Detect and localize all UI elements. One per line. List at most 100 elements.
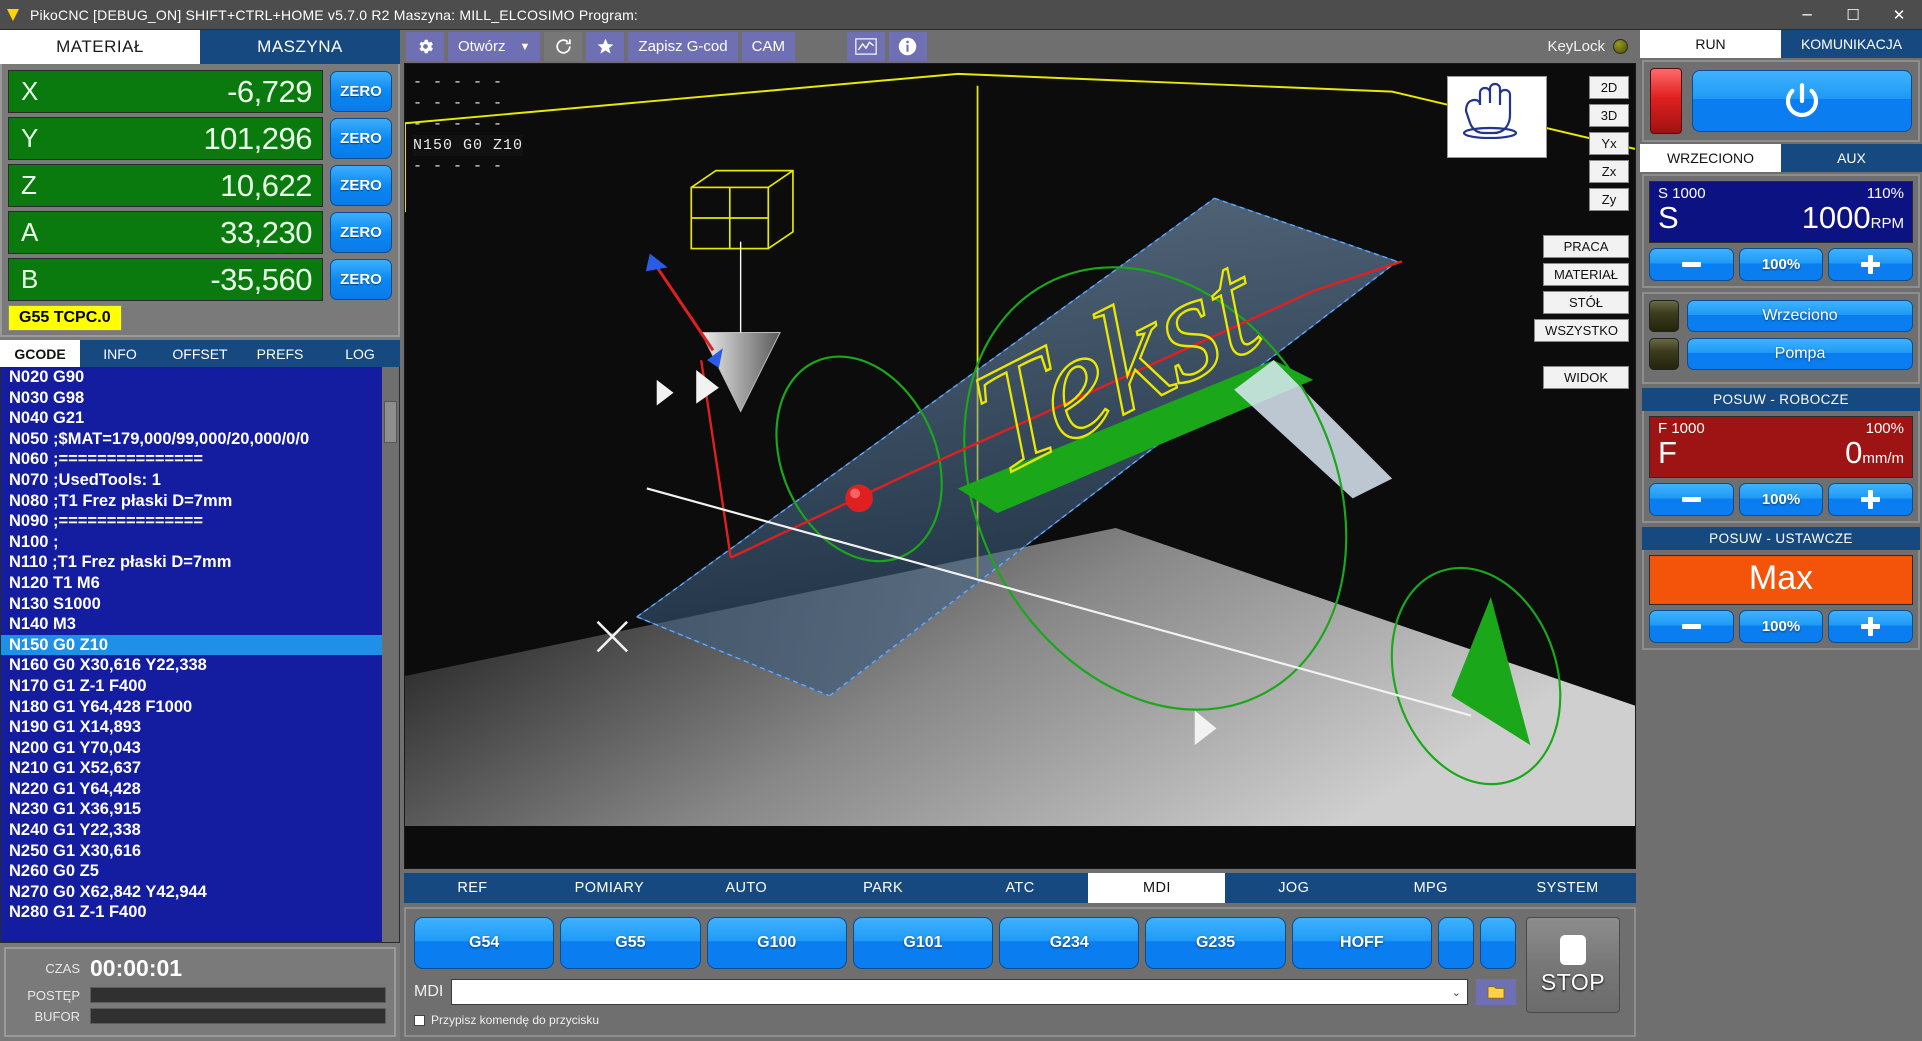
maximize-button[interactable]: ☐: [1830, 0, 1876, 30]
display-button-wszystko[interactable]: WSZYSTKO: [1534, 319, 1629, 342]
gcode-line[interactable]: N030 G98: [1, 388, 399, 409]
view-button-yx[interactable]: Yx: [1589, 132, 1629, 155]
stop-button[interactable]: STOP: [1526, 917, 1620, 1013]
mdi-quick-button-g234[interactable]: G234: [999, 917, 1140, 969]
gcode-line[interactable]: N270 G0 X62,842 Y42,944: [1, 882, 399, 903]
assign-command-checkbox[interactable]: Przypisz komendę do przycisku: [414, 1013, 1516, 1027]
gcode-line[interactable]: N060 ;===============: [1, 449, 399, 470]
gcode-line[interactable]: N070 ;UsedTools: 1: [1, 470, 399, 491]
mdi-quick-button-g55[interactable]: G55: [560, 917, 701, 969]
gcode-line[interactable]: N190 G1 X14,893: [1, 717, 399, 738]
rapid-override-minus-button[interactable]: [1649, 610, 1734, 643]
mode-tab-atc[interactable]: ATC: [952, 873, 1089, 903]
power-button[interactable]: [1692, 70, 1912, 132]
gcode-line[interactable]: N040 G21: [1, 408, 399, 429]
mode-tab-mdi[interactable]: MDI: [1088, 873, 1226, 903]
gcode-line[interactable]: N170 G1 Z-1 F400: [1, 676, 399, 697]
gcode-line[interactable]: N210 G1 X52,637: [1, 758, 399, 779]
gcode-line[interactable]: N160 G0 X30,616 Y22,338: [1, 655, 399, 676]
info-tab-prefs[interactable]: PREFS: [240, 340, 320, 367]
feed-override-reset-button[interactable]: 100%: [1738, 483, 1824, 516]
axis-display-z[interactable]: Z 10,622: [8, 164, 323, 207]
workspace-tab-materia-[interactable]: MATERIAŁ: [0, 30, 200, 64]
mode-tab-pomiary[interactable]: POMIARY: [541, 873, 678, 903]
mode-tab-mpg[interactable]: MPG: [1362, 873, 1499, 903]
info-tab-gcode[interactable]: GCODE: [0, 340, 80, 367]
gcode-line[interactable]: N080 ;T1 Frez płaski D=7mm: [1, 491, 399, 512]
gcode-line[interactable]: N020 G90: [1, 367, 399, 388]
toolpath-viewport[interactable]: Tekst - - - - - - - - - - - - - - - N150 G0…: [404, 63, 1636, 869]
gcode-line[interactable]: N110 ;T1 Frez płaski D=7mm: [1, 552, 399, 573]
workspace-tab-maszyna[interactable]: MASZYNA: [200, 30, 400, 64]
gcode-scrollbar[interactable]: [382, 367, 399, 942]
gear-icon[interactable]: [406, 32, 444, 61]
spindle-override-reset-button[interactable]: 100%: [1738, 248, 1824, 281]
gcode-line[interactable]: N120 T1 M6: [1, 573, 399, 594]
save-gcode-button[interactable]: Zapisz G-cod: [628, 32, 738, 61]
minimize-button[interactable]: ─: [1784, 0, 1830, 30]
gcode-scrollbar-thumb[interactable]: [384, 401, 397, 443]
rapid-override-reset-button[interactable]: 100%: [1738, 610, 1824, 643]
gcode-line[interactable]: N140 M3: [1, 614, 399, 635]
toggle-button-wrzeciono[interactable]: Wrzeciono: [1687, 300, 1913, 332]
zero-button-a[interactable]: ZERO: [330, 212, 392, 253]
info-tab-info[interactable]: INFO: [80, 340, 160, 367]
gcode-line[interactable]: N220 G1 Y64,428: [1, 779, 399, 800]
spindle-override-plus-button[interactable]: [1828, 248, 1914, 281]
reload-icon[interactable]: [544, 32, 583, 61]
mdi-quick-button-g100[interactable]: G100: [706, 917, 847, 969]
zero-button-z[interactable]: ZERO: [330, 165, 392, 206]
view-button-3d[interactable]: 3D: [1589, 104, 1629, 127]
keylock-indicator[interactable]: KeyLock: [1547, 38, 1634, 55]
feed-override-plus-button[interactable]: [1828, 483, 1914, 516]
gcode-line[interactable]: N200 G1 Y70,043: [1, 738, 399, 759]
gcode-line[interactable]: N280 G1 Z-1 F400: [1, 902, 399, 923]
gcode-line[interactable]: N050 ;$MAT=179,000/99,000/20,000/0/0: [1, 429, 399, 450]
axis-display-y[interactable]: Y 101,296: [8, 117, 323, 160]
mode-tab-system[interactable]: SYSTEM: [1499, 873, 1636, 903]
mode-tab-jog[interactable]: JOG: [1225, 873, 1362, 903]
right-tab-run[interactable]: RUN: [1640, 30, 1781, 58]
view-button-zx[interactable]: Zx: [1589, 160, 1629, 183]
mdi-input[interactable]: ⌄: [451, 979, 1468, 1005]
mode-tab-ref[interactable]: REF: [404, 873, 541, 903]
right-tab-komunikacja[interactable]: KOMUNIKACJA: [1781, 30, 1922, 58]
checkbox-box[interactable]: [414, 1014, 425, 1026]
info-icon[interactable]: [888, 32, 927, 61]
mdi-quick-button-g54[interactable]: G54: [414, 917, 555, 969]
info-tab-offset[interactable]: OFFSET: [160, 340, 240, 367]
open-file-button[interactable]: Otwórz ▼: [448, 32, 541, 61]
mdi-quick-button-empty-8[interactable]: [1479, 917, 1516, 969]
toggle-button-pompa[interactable]: Pompa: [1687, 338, 1913, 370]
spindle-tab-aux[interactable]: AUX: [1781, 144, 1922, 172]
gcode-line[interactable]: N250 G1 X30,616: [1, 841, 399, 862]
mdi-quick-button-g101[interactable]: G101: [852, 917, 994, 969]
gcode-line[interactable]: N240 G1 Y22,338: [1, 820, 399, 841]
gcode-line[interactable]: N090 ;===============: [1, 511, 399, 532]
mode-tab-auto[interactable]: AUTO: [678, 873, 815, 903]
info-tab-log[interactable]: LOG: [320, 340, 400, 367]
view-button-zy[interactable]: Zy: [1589, 188, 1629, 211]
view-menu-button[interactable]: WIDOK: [1543, 366, 1629, 389]
star-icon[interactable]: [586, 32, 625, 61]
mdi-quick-button-g235[interactable]: G235: [1145, 917, 1286, 969]
spindle-override-minus-button[interactable]: [1649, 248, 1734, 281]
mdi-quick-button-hoff[interactable]: HOFF: [1291, 917, 1432, 969]
mdi-quick-button-empty-7[interactable]: [1437, 917, 1474, 969]
zero-button-x[interactable]: ZERO: [330, 71, 392, 112]
view-button-2d[interactable]: 2D: [1589, 76, 1629, 99]
display-button-materia-[interactable]: MATERIAŁ: [1542, 263, 1629, 286]
zero-button-y[interactable]: ZERO: [330, 118, 392, 159]
gcode-line[interactable]: N230 G1 X36,915: [1, 799, 399, 820]
display-button-st-[interactable]: STÓŁ: [1543, 291, 1629, 314]
gcode-line[interactable]: N180 G1 Y64,428 F1000: [1, 697, 399, 718]
axis-display-a[interactable]: A 33,230: [8, 211, 323, 254]
gcode-line[interactable]: N260 G0 Z5: [1, 861, 399, 882]
display-button-praca[interactable]: PRACA: [1543, 235, 1629, 258]
feed-override-minus-button[interactable]: [1649, 483, 1734, 516]
spindle-tab-wrzeciono[interactable]: WRZECIONO: [1640, 144, 1781, 172]
gcode-line[interactable]: N150 G0 Z10: [1, 634, 399, 656]
axis-display-b[interactable]: B -35,560: [8, 258, 323, 301]
close-button[interactable]: ✕: [1876, 0, 1922, 30]
cam-button[interactable]: CAM: [741, 32, 795, 61]
